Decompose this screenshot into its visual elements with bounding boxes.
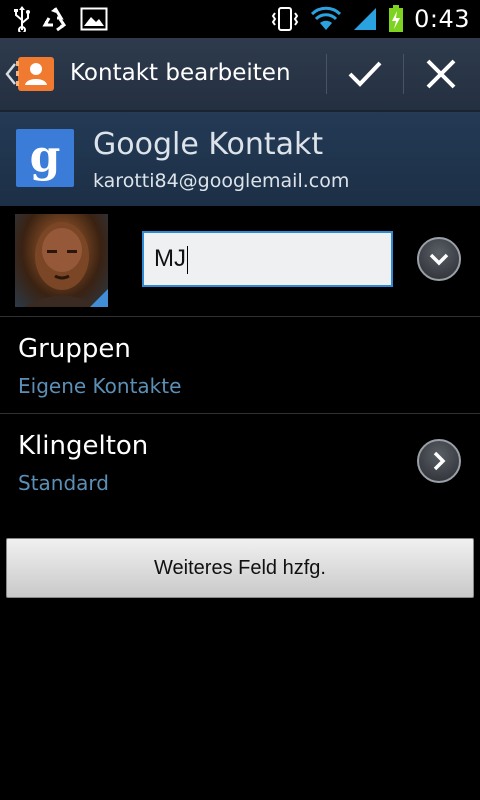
ringtone-next-button[interactable] <box>417 439 461 483</box>
expand-name-button[interactable] <box>417 237 461 281</box>
divider <box>0 413 480 414</box>
add-field-button[interactable]: Weiteres Feld hzfg. <box>6 538 474 598</box>
action-bar: Kontakt bearbeiten <box>0 38 480 112</box>
groups-label: Gruppen <box>18 334 131 364</box>
account-email: karotti84@googlemail.com <box>93 170 350 192</box>
chevron-right-icon <box>433 451 446 471</box>
gallery-icon <box>80 7 108 31</box>
battery-charging-icon <box>389 5 404 32</box>
account-header: g Google Kontakt karotti84@googlemail.co… <box>0 112 480 206</box>
checkmark-icon <box>348 61 382 87</box>
status-bar: 0:43 <box>0 0 480 38</box>
toolbar-divider <box>326 54 327 94</box>
ringtone-row[interactable]: Klingelton Standard <box>0 415 480 510</box>
account-type-title: Google Kontakt <box>93 127 324 162</box>
wifi-icon <box>311 6 342 30</box>
photo-edit-corner-icon <box>90 289 108 307</box>
save-button[interactable] <box>345 56 385 92</box>
recycle-icon <box>42 7 67 32</box>
back-button[interactable] <box>4 56 62 92</box>
contact-photo[interactable] <box>15 214 108 307</box>
google-logo-icon: g <box>16 129 74 187</box>
chevron-down-icon <box>429 253 449 266</box>
contacts-app-icon <box>16 57 54 91</box>
divider <box>0 316 480 317</box>
vibrate-icon <box>271 7 299 31</box>
cancel-button[interactable] <box>423 56 459 92</box>
text-caret <box>187 245 188 274</box>
ringtone-label: Klingelton <box>18 431 149 461</box>
clock: 0:43 <box>414 5 470 33</box>
close-icon <box>426 59 456 89</box>
toolbar-divider <box>403 54 404 94</box>
name-input-text: MJ <box>154 245 186 272</box>
page-title: Kontakt bearbeiten <box>70 60 291 86</box>
name-input[interactable]: MJ <box>142 231 393 287</box>
groups-row[interactable]: Gruppen Eigene Kontakte <box>0 318 480 413</box>
usb-icon <box>14 6 30 32</box>
signal-icon <box>354 8 377 30</box>
ringtone-value: Standard <box>18 471 109 495</box>
groups-value: Eigene Kontakte <box>18 374 182 398</box>
google-logo-letter: g <box>29 131 61 182</box>
